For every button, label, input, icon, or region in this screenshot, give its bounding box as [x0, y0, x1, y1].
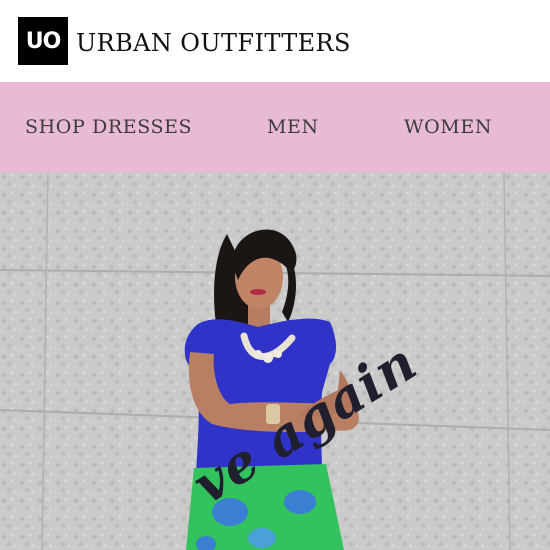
hero-photo [0, 172, 550, 550]
nav-women[interactable]: WOMEN [404, 114, 492, 140]
uo-logo[interactable]: UO [18, 17, 68, 65]
site-header: UO URBAN OUTFITTERS [0, 0, 550, 82]
nav-men[interactable]: MEN [267, 114, 319, 140]
brand-name[interactable]: URBAN OUTFITTERS [76, 29, 351, 57]
nav-shop-dresses[interactable]: SHOP DRESSES [25, 114, 192, 140]
hero-banner[interactable] [0, 172, 550, 550]
main-nav: SHOP DRESSES MEN WOMEN [0, 82, 550, 172]
